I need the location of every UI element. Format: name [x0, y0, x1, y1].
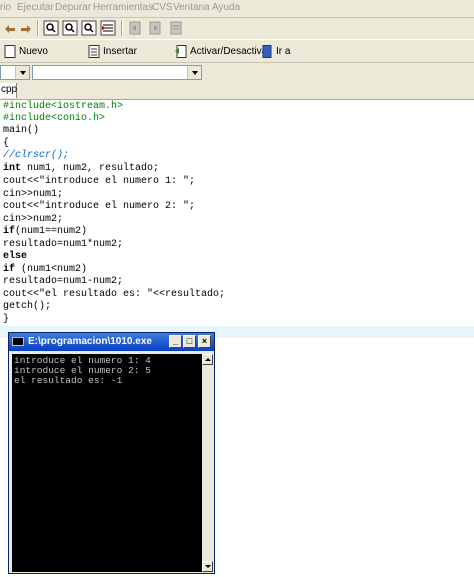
toolbar-main [0, 18, 474, 40]
toolbar-separator [121, 21, 123, 36]
menu-item-depurar[interactable]: Depurar [55, 2, 91, 13]
code-line: resultado=num1*num2; [3, 239, 124, 250]
insert-button-label: Insertar [103, 45, 137, 57]
console-title: E:\programacion\1010.exe [28, 336, 152, 347]
code-line: //clrscr(); [3, 150, 70, 161]
goto-button-label: Ir a [276, 45, 291, 57]
forward-icon[interactable] [147, 20, 163, 36]
minimize-icon[interactable]: _ [169, 335, 182, 348]
toolbar-separator [37, 21, 39, 36]
menu-item-ejecutar[interactable]: Ejecutar [17, 2, 54, 13]
console-app-icon [12, 337, 24, 346]
console-titlebar[interactable]: E:\programacion\1010.exe _ □ × [9, 333, 214, 351]
code-line: int num1, num2, resultado; [3, 163, 160, 174]
goto-button[interactable]: Ir a [261, 42, 290, 60]
find-next-icon[interactable] [62, 20, 78, 36]
code-line: cin>>num1; [3, 189, 64, 200]
new-button-label: Nuevo [19, 45, 48, 57]
menu-item-herramientas[interactable]: Herramientas [93, 2, 153, 13]
combo-bar [0, 63, 474, 83]
code-line: if(num1==num2) [3, 226, 88, 237]
code-line: cout<<"introduce el numero 1: "; [3, 176, 196, 187]
stop-icon[interactable] [168, 20, 184, 36]
find-icon[interactable] [43, 20, 59, 36]
close-icon[interactable]: × [198, 335, 211, 348]
bookmark-toggle-icon [175, 44, 187, 58]
tab-cpp[interactable]: cpp [0, 83, 17, 98]
code-line: { [3, 138, 10, 149]
menu-item-rio[interactable]: rio [0, 2, 11, 13]
new-button[interactable]: Nuevo [4, 42, 48, 60]
console-line: el resultado es: -1 [14, 375, 123, 386]
code-line: else [3, 251, 28, 262]
console-output[interactable]: introduce el numero 1: 4 introduce el nu… [12, 354, 202, 572]
code-line: getch(); [3, 301, 52, 312]
scroll-down-icon[interactable] [202, 561, 213, 572]
keyword: if [3, 264, 16, 275]
class-combo[interactable] [0, 65, 30, 80]
code-line: main() [3, 125, 40, 136]
editor-tabs: cpp [0, 83, 474, 100]
goto-icon [262, 44, 272, 58]
console-window: E:\programacion\1010.exe _ □ × introduce… [8, 332, 215, 574]
replace-icon[interactable] [81, 20, 97, 36]
code-line: cout<<"el resultado es: "<<resultado; [3, 289, 226, 300]
scroll-up-icon[interactable] [202, 354, 213, 365]
insert-icon [88, 44, 100, 58]
menu-item-ayuda[interactable]: Ayuda [212, 2, 240, 13]
toggle-breakpoint-label: Activar/Desactivar [190, 45, 271, 57]
toggle-breakpoint-button[interactable]: Activar/Desactivar [175, 42, 271, 60]
keyword: int [3, 163, 22, 174]
code-line: resultado=num1-num2; [3, 276, 124, 287]
new-document-icon [4, 44, 16, 58]
code-line: #include<iostream.h> [3, 101, 124, 112]
maximize-icon[interactable]: □ [183, 335, 196, 348]
code-line: cin>>num2; [3, 214, 64, 225]
menu-item-cvs[interactable]: CVS [152, 2, 173, 13]
toolbar-secondary: Nuevo Insertar Activar/Desactivar Ir a [0, 40, 474, 63]
member-combo[interactable] [32, 65, 202, 80]
code-line: } [3, 314, 10, 325]
back-icon[interactable] [127, 20, 143, 36]
code-line: if (num1<num2) [3, 264, 88, 275]
goto-line-icon[interactable] [100, 20, 116, 36]
menu-item-ventana[interactable]: Ventana [173, 2, 210, 13]
chevron-down-icon[interactable] [15, 66, 29, 79]
keyword: if [3, 226, 16, 237]
console-scrollbar[interactable] [202, 354, 213, 572]
chevron-down-icon[interactable] [187, 66, 201, 79]
code-line: #include<conio.h> [3, 113, 106, 124]
code-line: cout<<"introduce el numero 2: "; [3, 201, 196, 212]
redo-icon[interactable] [18, 20, 34, 36]
menu-bar: rio Ejecutar Depurar Herramientas CVS Ve… [0, 0, 474, 18]
undo-icon[interactable] [2, 20, 18, 36]
insert-button[interactable]: Insertar [88, 42, 137, 60]
